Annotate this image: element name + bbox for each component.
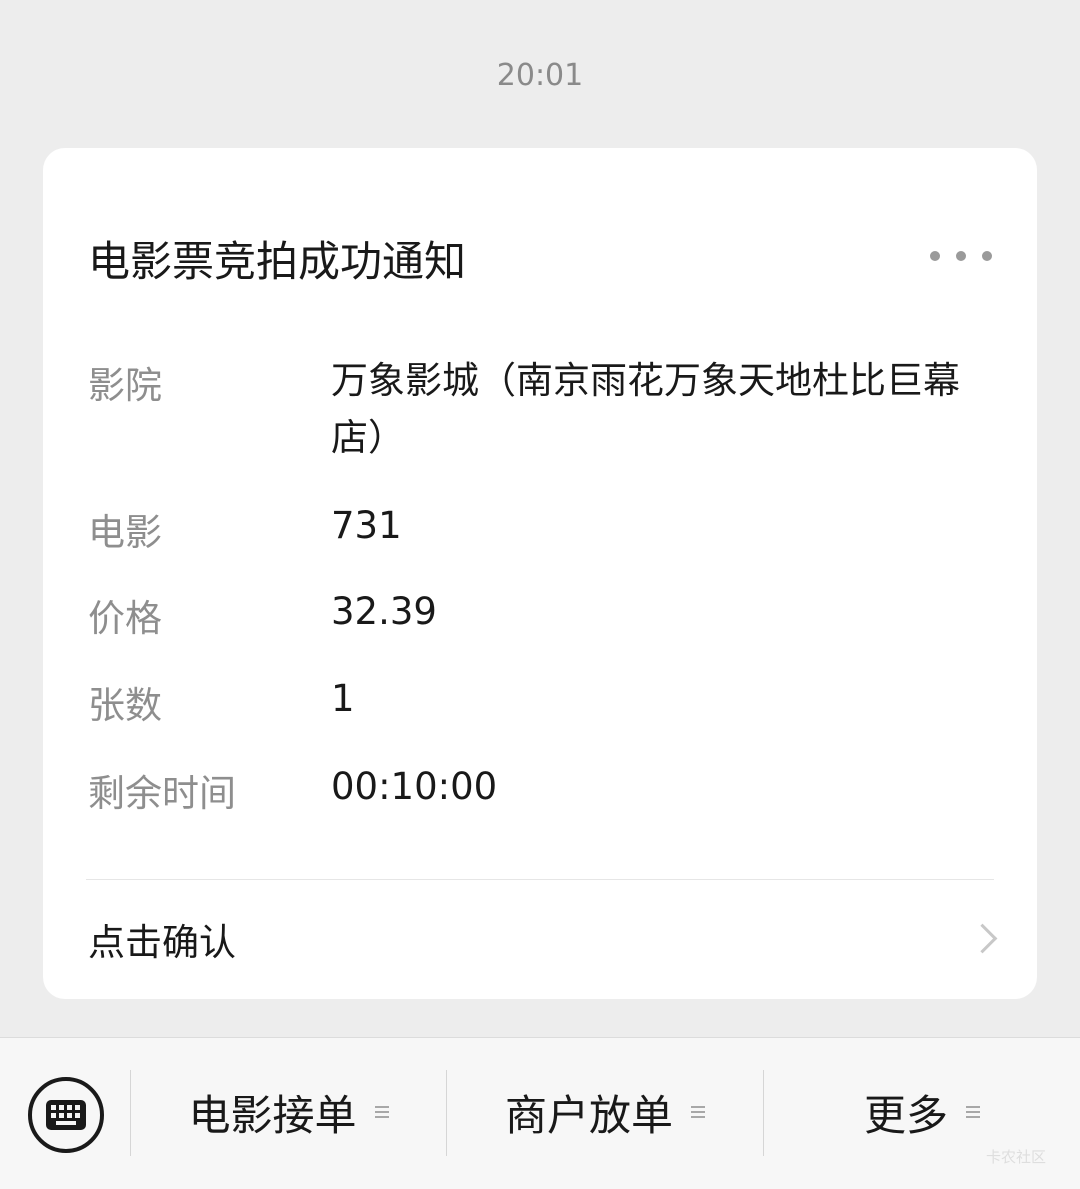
row-value-price: 32.39: [331, 590, 437, 633]
more-dots-icon[interactable]: [930, 238, 992, 274]
menu-item-more[interactable]: 更多: [764, 1082, 1080, 1142]
message-timestamp: 20:01: [496, 58, 584, 93]
keyboard-icon[interactable]: [28, 1077, 104, 1153]
row-label-movie: 电影: [88, 511, 162, 554]
row-label-cinema: 影院: [88, 364, 162, 407]
watermark: 卡农社区: [986, 1148, 1047, 1166]
card-title: 电影票竞拍成功通知: [88, 237, 467, 286]
menu-item-label: 电影接单: [188, 1090, 357, 1140]
row-value-cinema: 万象影城（南京雨花万象天地杜比巨幕店）: [331, 359, 960, 459]
menu-lines-icon: [691, 1106, 705, 1118]
row-value-movie: 731: [331, 504, 402, 547]
menu-lines-icon: [374, 1106, 389, 1118]
menu-item-label: 商户放单: [504, 1090, 673, 1140]
menu-item-movie-orders[interactable]: 电影接单: [131, 1082, 446, 1142]
menu-item-merchant-orders[interactable]: 商户放单: [447, 1082, 763, 1142]
row-label-price: 价格: [88, 597, 162, 640]
menu-item-label: 更多: [863, 1090, 948, 1140]
row-value-remaining-time: 00:10:00: [331, 765, 498, 808]
row-label-quantity: 张数: [88, 684, 162, 727]
card-divider: [86, 879, 994, 880]
row-label-remaining-time: 剩余时间: [88, 772, 236, 815]
row-value-quantity: 1: [331, 677, 355, 720]
menu-lines-icon: [966, 1106, 980, 1118]
confirm-link[interactable]: 点击确认: [88, 912, 236, 966]
